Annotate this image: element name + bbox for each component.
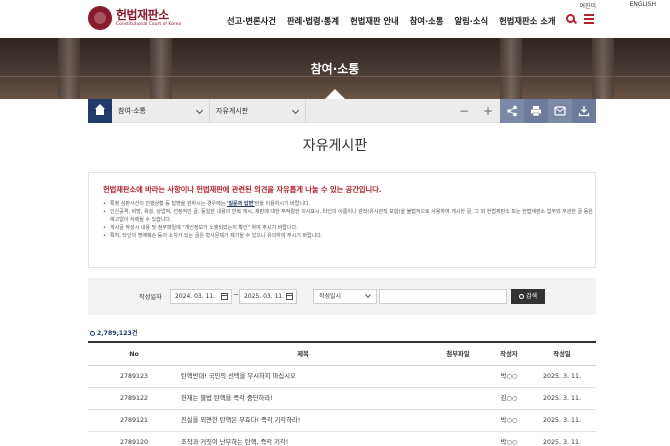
logo-subtitle: Constitutional Court of Korea <box>116 21 182 27</box>
notice-item: 게시글 작성시 내용 및 첨부파일에 "개인정보가 노출되었는지 확인" 하여 … <box>103 224 595 232</box>
top-header: 헌법재판소 Constitutional Court of Korea 여진이 … <box>0 0 670 38</box>
chevron-down-icon <box>365 292 371 298</box>
search-button[interactable]: 검색 <box>511 289 545 304</box>
download-icon <box>578 106 590 117</box>
location-bar: 참여·소통 자유게시판 − + <box>88 99 596 123</box>
table-row[interactable]: 2789121 진실을 외면한 탄핵은 무효다! 즉각 기각하라! 박○○ 20… <box>88 410 596 432</box>
court-seal-icon <box>88 6 112 30</box>
date-label: 작성일자 <box>139 294 162 301</box>
table-row[interactable]: 2789120 조작과 거짓이 난무하는 탄핵, 즉각 기각! 박○○ 2025… <box>88 432 596 446</box>
search-input[interactable] <box>379 289 507 304</box>
util-link-personal[interactable]: 여진이 <box>579 1 596 10</box>
page-title: 자유게시판 <box>302 138 368 154</box>
util-link-english[interactable]: ENGLISH <box>630 1 656 8</box>
zoom-in-button[interactable]: + <box>476 99 500 123</box>
nav-cases[interactable]: 선고·변론사건 <box>227 15 276 27</box>
calendar-icon[interactable] <box>221 293 228 300</box>
post-title-link[interactable]: 진실을 외면한 탄핵은 무효다! 즉각 기각하라! <box>181 410 300 431</box>
post-title-link[interactable]: 탄핵반대! 국민의 선택을 무시하지 마십시오 <box>181 366 296 387</box>
total-count: 2,789,123건 <box>90 328 138 337</box>
search-icon <box>518 294 524 299</box>
notice-item: 특정 심판사건의 진행상황 등 답변을 원하시는 경우에는 '질문과 답변'란을… <box>103 200 595 208</box>
logo-title: 헌법재판소 <box>116 7 169 22</box>
table-header: No 제목 첨부파일 작성자 작성일 <box>88 343 596 366</box>
share-icon <box>507 105 517 117</box>
notice-item: 인신공격, 비방, 욕설, 상업적, 선정적인 글, 동일한 내용의 반복 게시… <box>103 208 595 224</box>
date-to-input[interactable]: 2025. 03. 11. <box>239 289 297 304</box>
chevron-down-icon <box>291 106 300 115</box>
qna-link[interactable]: '질문과 답변' <box>227 201 255 207</box>
menu-icon[interactable] <box>584 14 594 24</box>
date-from-input[interactable]: 2024. 03. 11. <box>170 289 232 304</box>
share-button[interactable] <box>500 99 524 123</box>
table-row[interactable]: 2789122 헌재는 불법 탄핵을 즉각 중단하라! 김○○ 2025. 3.… <box>88 388 596 410</box>
nav-news[interactable]: 알림·소식 <box>454 15 488 27</box>
board-table: No 제목 첨부파일 작성자 작성일 2789123 탄핵반대! 국민의 선택을… <box>88 341 596 446</box>
nav-about[interactable]: 헌법재판소 소개 <box>499 15 555 27</box>
sns-icon <box>554 106 566 116</box>
home-icon[interactable] <box>88 99 112 123</box>
post-title-link[interactable]: 조작과 거짓이 난무하는 탄핵, 즉각 기각! <box>181 432 288 446</box>
hero-title: 참여·소통 <box>310 62 360 76</box>
chevron-down-icon <box>195 106 204 115</box>
hero-banner: 참여·소통 <box>0 38 670 99</box>
notice-item: 특히, 타인의 명예훼손 등의 소지가 있는 글은 형사문제가 제기될 수 있으… <box>103 232 595 240</box>
nav-precedents[interactable]: 판례·법령·통계 <box>287 15 339 27</box>
table-row[interactable]: 2789123 탄핵반대! 국민의 선택을 무시하지 마십시오 박○○ 2025… <box>88 366 596 388</box>
print-button[interactable] <box>524 99 548 123</box>
location-depth2-select[interactable]: 자유게시판 <box>210 99 306 123</box>
download-button[interactable] <box>572 99 596 123</box>
search-panel: 작성일자 2024. 03. 11. ~ 2025. 03. 11. 작성일시 … <box>88 278 596 315</box>
count-icon <box>90 331 95 336</box>
zoom-out-button[interactable]: − <box>452 99 476 123</box>
post-title-link[interactable]: 헌재는 불법 탄핵을 즉각 중단하라! <box>181 388 273 409</box>
notice-lead: 헌법재판소에 바라는 사항이나 헌법재판에 관련된 의견을 자유롭게 나눌 수 … <box>103 185 382 194</box>
search-icon[interactable] <box>566 14 575 23</box>
nav-guide[interactable]: 헌법재판 안내 <box>350 15 399 27</box>
nav-participation[interactable]: 참여·소통 <box>410 15 444 27</box>
location-depth1-select[interactable]: 참여·소통 <box>112 99 210 123</box>
sns-button[interactable] <box>548 99 572 123</box>
print-icon <box>531 106 541 117</box>
calendar-icon[interactable] <box>286 293 293 300</box>
notice-box: 헌법재판소에 바라는 사항이나 헌법재판에 관련된 의견을 자유롭게 나눌 수 … <box>88 172 596 268</box>
main-nav: 선고·변론사건 판례·법령·통계 헌법재판 안내 참여·소통 알림·소식 헌법재… <box>227 15 566 27</box>
site-logo[interactable]: 헌법재판소 Constitutional Court of Korea <box>88 6 181 30</box>
search-field-select[interactable]: 작성일시 <box>313 289 377 304</box>
